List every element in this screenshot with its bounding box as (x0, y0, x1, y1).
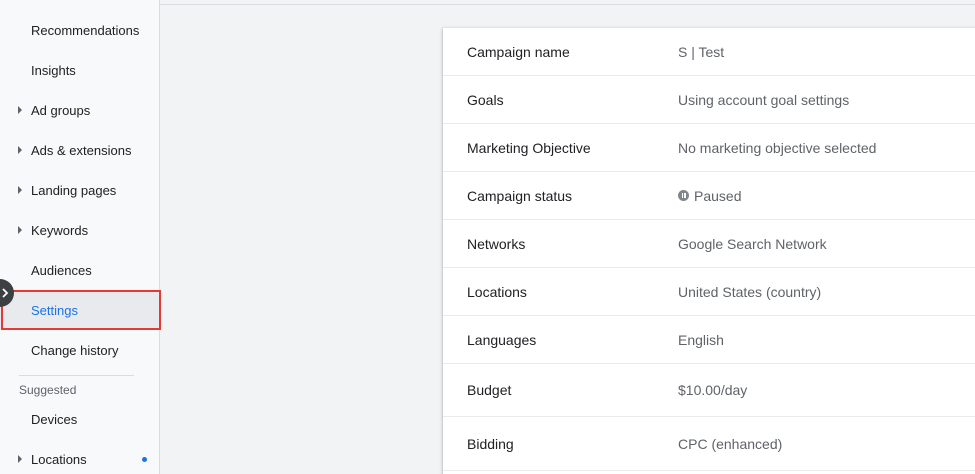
row-value: $10.00/day (678, 382, 748, 398)
row-label: Goals (467, 91, 504, 108)
row-value: CPC (enhanced) (678, 435, 783, 452)
row-label: Locations (467, 283, 527, 300)
sidebar-item-label: Locations (31, 451, 87, 467)
suggested-section-label: Suggested (19, 383, 77, 397)
row-label: Marketing Objective (467, 139, 591, 156)
sidebar-item-keywords[interactable]: Keywords (0, 210, 160, 250)
sidebar-item-landing-pages[interactable]: Landing pages (0, 170, 160, 210)
sidebar-item-recommendations[interactable]: Recommendations (0, 10, 160, 50)
status-text: Paused (694, 187, 742, 204)
sidebar-item-label: Keywords (31, 222, 89, 238)
sidebar-item-label: Insights (31, 62, 76, 78)
new-indicator-dot-icon (142, 457, 147, 462)
sidebar-item-ads-extensions[interactable]: Ads & extensions (0, 130, 160, 170)
settings-row-campaign-status[interactable]: Campaign status Paused (443, 172, 975, 220)
row-value: English (678, 331, 724, 348)
row-value: Using account goal settings (678, 91, 850, 108)
sidebar-item-change-history[interactable]: Change history (0, 330, 160, 370)
settings-row-networks[interactable]: Networks Google Search Network (443, 220, 975, 268)
sidebar-divider (19, 375, 134, 376)
sidebar-item-label: Audiences (31, 262, 92, 278)
row-value: Paused (678, 188, 741, 204)
sidebar-item-label: Settings (31, 302, 78, 318)
sidebar-item-ad-groups[interactable]: Ad groups (0, 90, 160, 130)
row-value: Google Search Network (678, 235, 827, 252)
row-label: Languages (467, 331, 537, 348)
settings-row-campaign-name[interactable]: Campaign name S | Test (443, 28, 975, 76)
row-value: No marketing objective selected (678, 139, 877, 156)
sidebar-item-label: Ads & extensions (31, 142, 132, 158)
sidebar-item-label: Recommendations (31, 22, 140, 38)
row-label: Bidding (467, 435, 514, 452)
caret-right-icon (18, 226, 22, 234)
settings-row-budget[interactable]: Budget $10.00/day (443, 364, 975, 417)
caret-right-icon (18, 186, 22, 194)
sidebar-item-locations[interactable]: Locations (0, 439, 160, 474)
settings-row-locations[interactable]: Locations United States (country) (443, 268, 975, 316)
paused-status-icon (678, 190, 689, 201)
campaign-settings-card: Campaign name S | Test Goals Using accou… (443, 28, 975, 474)
settings-row-bidding[interactable]: Bidding CPC (enhanced) (443, 417, 975, 471)
sidebar-item-devices[interactable]: Devices (0, 399, 160, 439)
sidebar-item-settings[interactable]: Settings (0, 290, 160, 330)
caret-right-icon (18, 146, 22, 154)
sidebar-item-label: Change history (31, 342, 119, 358)
sidebar-item-label: Devices (31, 411, 78, 427)
sidebar-nav: Recommendations Insights Ad groups Ads &… (0, 0, 160, 474)
header-divider (160, 4, 975, 5)
settings-row-languages[interactable]: Languages English (443, 316, 975, 364)
sidebar-item-label: Ad groups (31, 102, 91, 118)
settings-row-goals[interactable]: Goals Using account goal settings (443, 76, 975, 124)
row-value: S | Test (678, 43, 725, 60)
row-label: Networks (467, 235, 526, 252)
caret-right-icon (18, 106, 22, 114)
row-value: United States (country) (678, 283, 822, 300)
row-label: Campaign status (467, 187, 573, 204)
row-label: Budget (467, 382, 512, 398)
sidebar-item-label: Landing pages (31, 182, 117, 198)
sidebar-item-insights[interactable]: Insights (0, 50, 160, 90)
chevron-right-icon (2, 288, 9, 298)
settings-row-marketing-objective[interactable]: Marketing Objective No marketing objecti… (443, 124, 975, 172)
row-label: Campaign name (467, 43, 570, 60)
caret-right-icon (18, 455, 22, 463)
sidebar-item-audiences[interactable]: Audiences (0, 250, 160, 290)
